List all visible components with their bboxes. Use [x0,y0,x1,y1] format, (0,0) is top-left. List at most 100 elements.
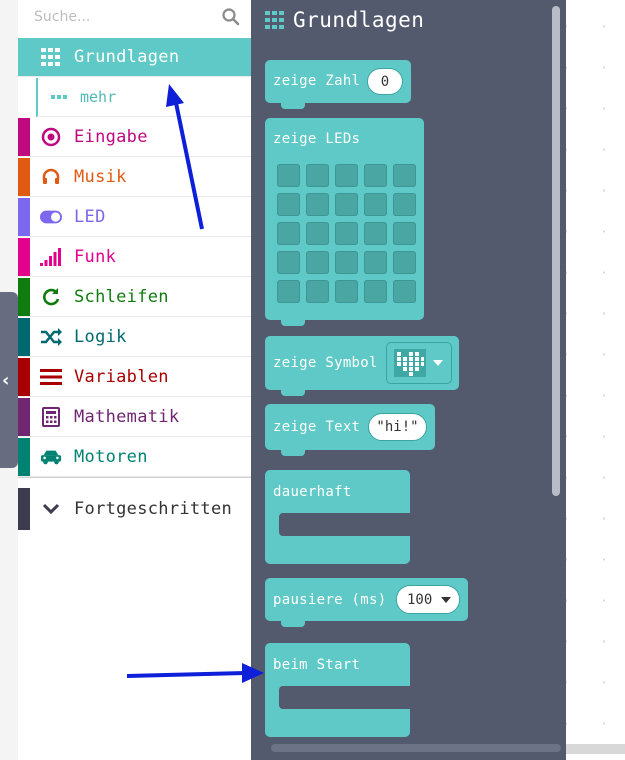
category-grundlagen[interactable]: Grundlagen [18,38,251,77]
shuffle-icon [40,326,62,348]
grid-icon [40,46,62,68]
category-label: Musik [74,167,127,187]
dots-icon [51,95,67,99]
category-label: Logik [74,327,127,347]
block-notch [281,390,305,396]
led-cell[interactable] [364,251,387,274]
led-cell[interactable] [364,222,387,245]
string-input[interactable]: "hi!" [368,413,427,441]
refresh-icon [40,286,62,308]
icon-dropdown[interactable] [386,342,452,384]
pause-dropdown[interactable]: 100 [396,585,460,614]
flyout-header: Grundlagen [265,8,424,32]
category-label: Schleifen [74,287,169,307]
block-flyout: Grundlagen zeige Zahl 0 zeige LEDs zeige… [251,0,566,760]
led-cell[interactable] [277,280,300,303]
block-forever[interactable]: dauerhaft [265,470,410,564]
dropdown-caret-icon [433,360,443,366]
led-cell[interactable] [277,193,300,216]
block-on-start[interactable]: beim Start [265,643,410,737]
led-cell[interactable] [335,280,358,303]
block-show-icon[interactable]: zeige Symbol [265,336,459,390]
flyout-title: Grundlagen [293,8,425,32]
category-label: Variablen [74,367,169,387]
category-label: LED [74,207,106,227]
led-cell[interactable] [306,280,329,303]
search-input[interactable] [28,5,220,29]
search-icon[interactable] [221,7,241,27]
led-cell[interactable] [306,164,329,187]
heart-icon [394,349,426,377]
category-musik[interactable]: Musik [18,158,251,197]
block-show-leds[interactable]: zeige LEDs [265,118,424,320]
toolbox-separator [18,477,251,478]
search-box [18,0,251,36]
block-notch [281,621,305,627]
category-funk[interactable]: Funk [18,238,251,277]
block-statement-slot[interactable] [279,686,410,709]
category-motoren[interactable]: Motoren [18,438,251,477]
led-cell[interactable] [393,222,416,245]
grid-icon [265,11,284,29]
signal-bars-icon [40,246,62,268]
category-stripe [18,438,30,476]
category-schleifen[interactable]: Schleifen [18,278,251,317]
calculator-icon [40,406,62,428]
led-cell[interactable] [364,164,387,187]
led-cell[interactable] [335,164,358,187]
led-cell[interactable] [393,193,416,216]
led-cell[interactable] [393,164,416,187]
led-cell[interactable] [393,251,416,274]
collapse-simulator-button[interactable]: ‹ [0,292,18,468]
led-cell[interactable] [277,251,300,274]
category-label: Funk [74,247,117,267]
category-stripe [18,38,30,76]
led-cell[interactable] [335,222,358,245]
category-stripe [18,198,30,236]
subcategory-mehr[interactable]: mehr [36,78,251,117]
number-input[interactable]: 0 [367,68,403,95]
category-stripe [18,398,30,436]
block-label: beim Start [273,657,361,673]
block-pause[interactable]: pausiere (ms) 100 [265,578,468,621]
category-variablen[interactable]: Variablen [18,358,251,397]
category-stripe [18,358,30,396]
flyout-vertical-scrollbar[interactable] [552,6,560,496]
list-icon [40,366,62,388]
workspace-grid [565,0,625,760]
category-led[interactable]: LED [18,198,251,237]
led-cell[interactable] [364,280,387,303]
category-logik[interactable]: Logik [18,318,251,357]
category-mathematik[interactable]: Mathematik [18,398,251,437]
headphones-icon [40,166,62,188]
category-label: Motoren [74,447,148,467]
category-eingabe[interactable]: Eingabe [18,118,251,157]
toolbox: Grundlagen mehr Eingabe Musik LED [18,0,252,760]
block-label: zeige Zahl [273,73,361,89]
led-matrix[interactable] [277,164,416,303]
block-label: zeige LEDs [273,131,361,147]
category-label: Fortgeschritten [74,499,233,519]
chevron-left-icon: ‹ [2,370,10,391]
block-show-string[interactable]: zeige Text "hi!" [265,404,435,450]
block-statement-slot[interactable] [279,513,410,536]
category-stripe [18,158,30,196]
led-cell[interactable] [306,251,329,274]
block-notch [281,320,305,326]
led-cell[interactable] [393,280,416,303]
led-cell[interactable] [306,222,329,245]
block-show-number[interactable]: zeige Zahl 0 [265,60,411,103]
flyout-horizontal-scrollbar[interactable] [271,744,561,752]
led-cell[interactable] [364,193,387,216]
led-cell[interactable] [335,251,358,274]
category-stripe [18,118,30,156]
block-notch [281,103,305,109]
led-cell[interactable] [277,164,300,187]
block-notch [281,450,305,456]
workspace-horizontal-scrollbar[interactable] [566,744,625,754]
led-cell[interactable] [306,193,329,216]
category-fortgeschritten[interactable]: Fortgeschritten [18,488,251,530]
block-label: dauerhaft [273,484,352,500]
led-cell[interactable] [277,222,300,245]
led-cell[interactable] [335,193,358,216]
